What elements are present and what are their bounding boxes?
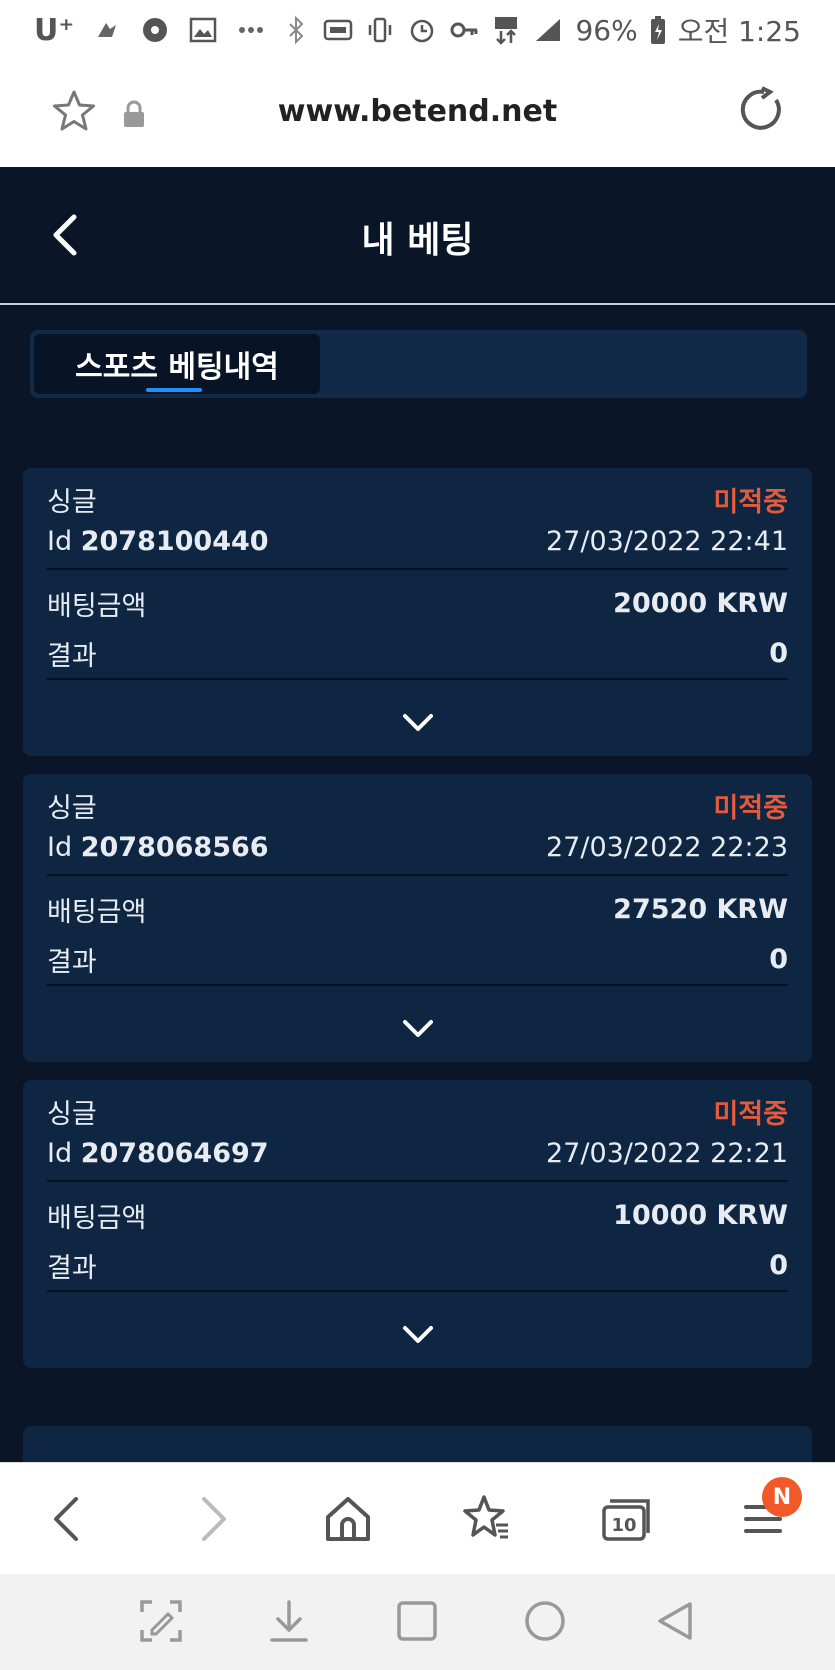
- amount-label: 배팅금액: [47, 1203, 147, 1234]
- id-value: 2078100440: [80, 526, 269, 557]
- amount-value: 20000 KRW: [613, 588, 788, 619]
- key-icon: [450, 22, 478, 38]
- more-icon: [239, 27, 264, 33]
- maps-icon: [98, 23, 117, 37]
- forward-icon[interactable]: [186, 1493, 238, 1545]
- amount-label: 배팅금액: [47, 591, 147, 622]
- lte-icon: [495, 17, 518, 45]
- bet-status: 미적중: [713, 1099, 788, 1130]
- carrier-label: U⁺: [34, 12, 75, 48]
- download-icon[interactable]: [266, 1598, 312, 1644]
- system-nav-bar: [0, 1574, 835, 1670]
- chevron-down-icon[interactable]: [401, 1018, 435, 1040]
- recent-apps-icon[interactable]: [394, 1598, 440, 1644]
- amount-value: 27520 KRW: [613, 894, 788, 925]
- result-value: 0: [769, 944, 788, 975]
- bet-id: Id 2078100440: [47, 526, 269, 557]
- tab-bar: 스포츠 베팅내역: [30, 330, 807, 398]
- signal-icon: [536, 19, 561, 41]
- page-title: 내 베팅: [361, 220, 474, 261]
- browser-url-bar: www.betend.net: [0, 60, 835, 167]
- bet-datetime: 27/03/2022 22:21: [545, 1138, 788, 1169]
- vibrate-icon: [369, 17, 392, 43]
- id-value: 2078064697: [80, 1138, 269, 1169]
- bet-datetime: 27/03/2022 22:41: [545, 526, 788, 557]
- divider: [47, 1180, 788, 1182]
- result-label: 결과: [47, 641, 97, 672]
- chevron-down-icon[interactable]: [401, 1324, 435, 1346]
- bet-card: 싱글 미적중 Id 2078064697 27/03/2022 22:21 배팅금액…: [23, 1080, 812, 1368]
- tab-label: 스포츠 베팅내역: [75, 350, 279, 385]
- back-nav-icon[interactable]: [652, 1598, 698, 1644]
- home-icon[interactable]: [322, 1493, 374, 1545]
- result-label: 결과: [47, 1253, 97, 1284]
- menu-badge: N: [762, 1477, 802, 1517]
- id-label: Id: [47, 526, 73, 557]
- gear-icon: [143, 18, 168, 42]
- screenshot-edit-icon[interactable]: [138, 1598, 184, 1644]
- status-bar: U⁺ 96% 오전 1:25: [0, 0, 835, 60]
- bet-id: Id 2078064697: [47, 1138, 269, 1169]
- divider: [47, 984, 788, 986]
- clock: 오전 1:25: [677, 15, 801, 48]
- chevron-down-icon[interactable]: [401, 712, 435, 734]
- home-nav-icon[interactable]: [522, 1598, 568, 1644]
- app-header: 내 베팅: [0, 167, 835, 305]
- bet-status: 미적중: [713, 793, 788, 824]
- gallery-icon: [189, 17, 217, 43]
- id-label: Id: [47, 832, 73, 863]
- bet-datetime: 27/03/2022 22:23: [545, 832, 788, 863]
- amount-label: 배팅금액: [47, 897, 147, 928]
- result-value: 0: [769, 638, 788, 669]
- bet-card-partial: [23, 1426, 812, 1466]
- url-text[interactable]: www.betend.net: [0, 94, 835, 129]
- bet-status: 미적중: [713, 487, 788, 518]
- bookmarks-icon[interactable]: [460, 1493, 512, 1545]
- id-value: 2078068566: [80, 832, 269, 863]
- result-value: 0: [769, 1250, 788, 1281]
- result-label: 결과: [47, 947, 97, 978]
- bet-type: 싱글: [47, 1099, 97, 1130]
- bet-id: Id 2078068566: [47, 832, 269, 863]
- active-tab-indicator: [146, 388, 202, 392]
- divider: [47, 568, 788, 570]
- battery-percent: 96%: [575, 13, 638, 47]
- browser-toolbar: 10 N: [0, 1462, 835, 1574]
- bet-type: 싱글: [47, 487, 97, 518]
- alarm-icon: [411, 19, 434, 43]
- bet-list: 싱글 미적중 Id 2078100440 27/03/2022 22:41 배팅금액…: [0, 468, 835, 1468]
- divider: [47, 1290, 788, 1292]
- amount-value: 10000 KRW: [613, 1200, 788, 1231]
- bet-card: 싱글 미적중 Id 2078100440 27/03/2022 22:41 배팅금액…: [23, 468, 812, 756]
- divider: [47, 678, 788, 680]
- tab-sports-bets[interactable]: 스포츠 베팅내역: [34, 334, 320, 394]
- id-label: Id: [47, 1138, 73, 1169]
- back-icon[interactable]: [42, 1493, 94, 1545]
- tabs-count: 10: [611, 1515, 636, 1536]
- bluetooth-icon: [289, 15, 304, 45]
- nfc-icon: [324, 19, 353, 41]
- bet-type: 싱글: [47, 793, 97, 824]
- tabs-icon[interactable]: 10: [600, 1493, 652, 1545]
- battery-icon: [650, 16, 665, 44]
- bet-card: 싱글 미적중 Id 2078068566 27/03/2022 22:23 배팅금액…: [23, 774, 812, 1062]
- reload-icon[interactable]: [738, 86, 786, 134]
- divider: [47, 874, 788, 876]
